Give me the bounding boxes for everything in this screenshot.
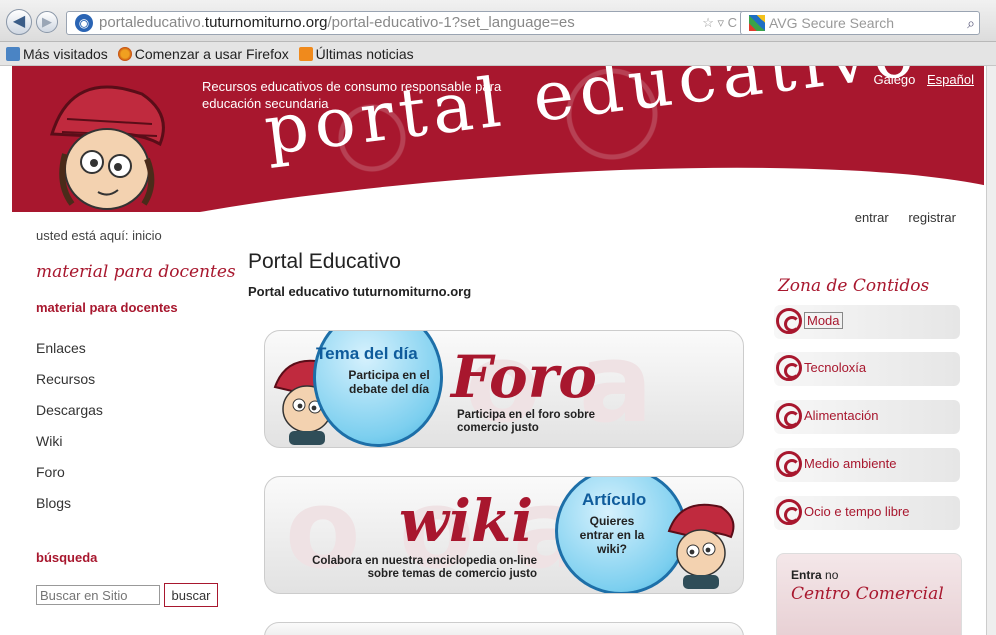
- browser-search-input[interactable]: AVG Secure Search ⌕: [740, 11, 980, 35]
- page-title: Portal Educativo: [248, 250, 401, 273]
- foro-caption: Participa en el foro sobre comercio just…: [457, 409, 596, 434]
- sidebar-item-foro[interactable]: Foro: [36, 464, 103, 495]
- register-link[interactable]: registrar: [908, 210, 956, 225]
- page-scrollbar[interactable]: [986, 66, 996, 635]
- bookmark-label: Comenzar a usar Firefox: [134, 46, 289, 62]
- bookmark-label: Más visitados: [23, 46, 108, 62]
- cc-intro-rest: no: [821, 568, 839, 582]
- language-galego[interactable]: Galego: [873, 72, 915, 87]
- rss-icon: [298, 47, 313, 61]
- mascot-illustration: [49, 85, 165, 210]
- cc-intro: Entra no: [791, 568, 838, 582]
- bookmark-label: Últimas noticias: [315, 46, 414, 62]
- zona-item-label: Tecnoloxía: [804, 360, 867, 375]
- foro-banner[interactable]: o a Tema del día Participa en el debate …: [264, 330, 744, 448]
- cc-intro-bold: Entra: [791, 568, 822, 582]
- page-subtitle: Portal educativo tuturnomiturno.org: [248, 284, 472, 299]
- search-placeholder: AVG Secure Search: [769, 15, 895, 31]
- centro-comercial-box[interactable]: Entra no Centro Comercial: [776, 553, 962, 635]
- sidebar-item-recursos[interactable]: Recursos: [36, 371, 103, 402]
- wiki-word: wiki: [399, 487, 534, 555]
- bookmark-most-visited[interactable]: Más visitados: [6, 42, 108, 66]
- forward-button[interactable]: ▶: [36, 11, 58, 33]
- folder-icon: [6, 47, 20, 61]
- sidebar-item-blogs[interactable]: Blogs: [36, 495, 103, 526]
- zona-item-tecnoloxia[interactable]: Tecnoloxía: [774, 352, 960, 386]
- spiral-icon: [776, 308, 802, 334]
- bubble-text: Participa en el debate del día: [348, 368, 430, 396]
- sidebar-item-enlaces[interactable]: Enlaces: [36, 340, 103, 371]
- search-button[interactable]: buscar: [164, 583, 218, 607]
- bookmark-star-icon[interactable]: ☆ ▿ C: [702, 12, 737, 34]
- zona-item-label: Moda: [804, 312, 843, 329]
- login-link[interactable]: entrar: [855, 210, 889, 225]
- bubble-title: Artículo: [582, 490, 647, 509]
- sidebar-nav: Enlaces Recursos Descargas Wiki Foro Blo…: [36, 340, 103, 526]
- zona-item-moda[interactable]: Moda: [774, 305, 960, 339]
- site-header: Recursos educativos de consumo responsab…: [12, 66, 984, 212]
- bubble-text: Quieres entrar en la wiki?: [579, 514, 645, 556]
- bookmarks-toolbar: Más visitados Comenzar a usar Firefox Úl…: [0, 42, 996, 66]
- language-switcher: Galego Español: [865, 72, 974, 87]
- spiral-icon: [776, 451, 802, 477]
- user-links: entrar registrar: [839, 210, 956, 225]
- zona-item-label: Medio ambiente: [804, 456, 897, 471]
- foro-word: Foro: [451, 343, 597, 411]
- zona-contidos-title: Zona de Contidos: [778, 276, 930, 296]
- bookmark-latest-news[interactable]: Últimas noticias: [298, 42, 414, 66]
- bubble-title: Tema del día: [316, 344, 418, 363]
- firefox-icon: [117, 47, 132, 61]
- wiki-banner[interactable]: o o a wiki Colabora en nuestra enciclope…: [264, 476, 744, 594]
- zona-item-ocio[interactable]: Ocio e tempo libre: [774, 496, 960, 530]
- zona-item-alimentacion[interactable]: Alimentación: [774, 400, 960, 434]
- url-host: tuturnomiturno.org: [204, 14, 328, 31]
- cc-name: Centro Comercial: [791, 584, 944, 604]
- sidebar-title: material para docentes: [36, 262, 236, 282]
- address-bar[interactable]: ◉ portaleducativo.tuturnomiturno.org/port…: [66, 11, 744, 35]
- url-prefix: portaleducativo.: [99, 14, 205, 31]
- url-path: /portal-educativo-1?set_language=es: [327, 14, 575, 31]
- zona-item-label: Ocio e tempo libre: [804, 504, 910, 519]
- spiral-icon: [776, 355, 802, 381]
- sidebar-item-descargas[interactable]: Descargas: [36, 402, 103, 433]
- magnifier-icon[interactable]: ⌕: [967, 12, 975, 34]
- mascot-illustration: [667, 503, 735, 589]
- site-search-input[interactable]: [36, 585, 160, 605]
- back-button[interactable]: ◀: [6, 9, 32, 35]
- site-identity-icon[interactable]: ◉: [75, 14, 93, 32]
- breadcrumb: usted está aquí: inicio: [36, 228, 162, 243]
- search-engine-icon[interactable]: [749, 15, 765, 31]
- spiral-icon: [776, 499, 802, 525]
- search-heading: búsqueda: [36, 550, 98, 565]
- zona-item-medio-ambiente[interactable]: Medio ambiente: [774, 448, 960, 482]
- zona-item-label: Alimentación: [804, 408, 879, 423]
- sidebar-item-wiki[interactable]: Wiki: [36, 433, 103, 464]
- bookmark-getting-started[interactable]: Comenzar a usar Firefox: [117, 42, 289, 66]
- spiral-icon: [776, 403, 802, 429]
- next-banner[interactable]: [264, 622, 744, 635]
- sidebar-heading[interactable]: material para docentes: [36, 300, 178, 315]
- browser-toolbar: ◀ ▶ ◉ portaleducativo.tuturnomiturno.org/…: [0, 0, 996, 42]
- wiki-caption: Colabora en nuestra enciclopedia on-line…: [312, 555, 537, 580]
- language-espanol[interactable]: Español: [927, 72, 974, 87]
